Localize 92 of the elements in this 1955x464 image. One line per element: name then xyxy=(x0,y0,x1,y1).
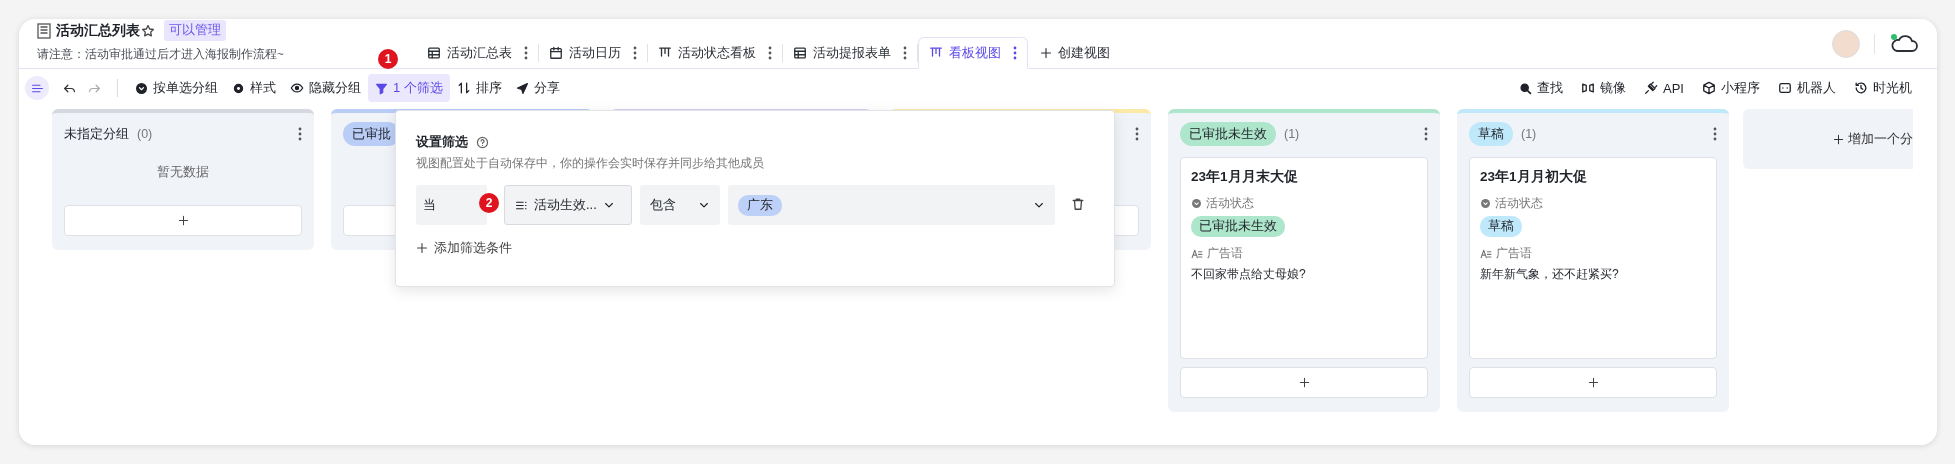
cloud-icon[interactable] xyxy=(1889,32,1919,55)
toolbar-button[interactable]: 镜像 xyxy=(1574,74,1634,102)
field-select[interactable]: 活动生效... xyxy=(504,185,632,225)
plus-icon xyxy=(177,215,189,226)
view-tab[interactable]: 活动提报表单 xyxy=(783,37,917,69)
help-icon xyxy=(476,135,489,149)
view-tab[interactable]: 活动汇总表 xyxy=(417,37,538,69)
star-icon xyxy=(141,23,155,38)
tab-menu-icon[interactable] xyxy=(633,46,637,60)
group-tag: 已审批未生效 xyxy=(1180,122,1276,146)
status-tag: 草稿 xyxy=(1480,216,1522,237)
toolbar-button[interactable]: 小程序 xyxy=(1695,74,1767,102)
status-tag: 已审批未生效 xyxy=(1191,216,1285,237)
calendar-icon xyxy=(549,46,563,60)
toolbar-button[interactable]: 机器人 xyxy=(1771,74,1843,102)
toolbar-button[interactable]: 隐藏分组 xyxy=(283,74,368,102)
value-select[interactable]: 广东 xyxy=(728,185,1055,225)
sidebar-toggle-button[interactable] xyxy=(25,76,49,100)
toolbar-button[interactable]: 查找 xyxy=(1512,74,1571,102)
status-icon xyxy=(1480,198,1491,209)
gear-icon xyxy=(232,81,245,95)
field-value: 不回家带点给丈母娘? xyxy=(1191,266,1307,283)
group-title: 未指定分组 xyxy=(64,125,129,143)
kanban-icon xyxy=(929,46,943,60)
table-icon xyxy=(793,46,807,60)
send-icon xyxy=(515,81,529,95)
operator-select[interactable]: 包含 xyxy=(640,185,720,225)
text-field-icon xyxy=(1191,247,1203,260)
eye-icon xyxy=(290,81,304,95)
empty-message: 暂无数据 xyxy=(157,163,209,181)
add-group-button[interactable]: 增加一个分 xyxy=(1743,109,1913,169)
column-menu-icon[interactable] xyxy=(1135,127,1139,141)
group-count: (1) xyxy=(1284,127,1300,141)
history-icon xyxy=(1854,81,1868,95)
toolbar-button[interactable]: 1 个筛选 xyxy=(368,74,450,102)
card-title: 23年1月月末大促 xyxy=(1191,168,1299,186)
field-label: 广告语 xyxy=(1496,246,1532,261)
value-tag: 广东 xyxy=(738,194,782,216)
popover-hint: 视图配置处于自动保存中，你的操作会实时保存并同步给其他成员 xyxy=(416,156,765,171)
notice-text: 请注意：活动审批通过后才进入海报制作流程~ xyxy=(37,47,284,62)
tab-menu-icon[interactable] xyxy=(1013,46,1017,60)
plus-icon xyxy=(1298,377,1310,388)
field-label: 广告语 xyxy=(1207,246,1243,261)
sort-icon xyxy=(456,81,471,95)
mirror-icon xyxy=(1581,81,1596,95)
column-menu-icon[interactable] xyxy=(1713,127,1717,141)
document-icon xyxy=(37,22,51,39)
toolbar-button[interactable]: API xyxy=(1637,74,1691,102)
filter-icon xyxy=(375,81,388,95)
permission-badge: 可以管理 xyxy=(164,20,226,41)
plus-icon xyxy=(1833,133,1844,145)
tab-menu-icon[interactable] xyxy=(524,46,528,60)
tab-menu-icon[interactable] xyxy=(903,46,907,60)
view-tab[interactable]: 活动日历 xyxy=(539,37,647,69)
record-card[interactable]: 23年1月月末大促 活动状态 已审批未生效 广告语 不回家带点给丈母娘? xyxy=(1180,157,1428,359)
view-tab[interactable]: 活动状态看板 xyxy=(648,37,782,69)
group-count: (1) xyxy=(1521,127,1537,141)
plus-icon xyxy=(1040,47,1052,59)
plug-icon xyxy=(1644,81,1659,95)
toolbar-button[interactable]: 时光机 xyxy=(1847,74,1919,102)
callout-badge: 1 xyxy=(378,49,398,69)
toolbar-button[interactable]: 分享 xyxy=(508,74,567,102)
search-icon xyxy=(1519,81,1533,95)
group-tag: 草稿 xyxy=(1469,122,1513,146)
table-icon xyxy=(427,46,441,60)
plus-icon xyxy=(416,242,428,254)
column-menu-icon[interactable] xyxy=(1424,127,1428,141)
column-menu-icon[interactable] xyxy=(298,127,302,141)
field-value: 新年新气象，还不赶紧买? xyxy=(1480,266,1620,283)
group-count: (0) xyxy=(137,127,153,141)
add-condition-button[interactable]: 添加筛选条件 xyxy=(416,239,512,257)
field-label: 活动状态 xyxy=(1206,196,1254,211)
field-label: 活动状态 xyxy=(1495,196,1543,211)
toolbar-button[interactable]: 按单选分组 xyxy=(128,74,225,102)
robot-icon xyxy=(1778,81,1792,95)
create-view-button[interactable]: 创建视图 xyxy=(1028,37,1122,69)
circle-icon xyxy=(135,81,148,95)
condition-prefix: 当 xyxy=(416,185,487,225)
plus-icon xyxy=(1587,377,1599,388)
document-title: 活动汇总列表 xyxy=(56,21,140,40)
card-title: 23年1月月初大促 xyxy=(1480,168,1588,186)
trash-icon xyxy=(1071,196,1085,211)
record-card[interactable]: 23年1月月初大促 活动状态 草稿 广告语 新年新气象，还不赶紧买? xyxy=(1469,157,1717,359)
view-tab[interactable]: 看板视图 xyxy=(918,37,1028,69)
toolbar-button[interactable]: 样式 xyxy=(225,74,283,102)
popover-title: 设置筛选 xyxy=(416,133,468,151)
kanban-icon xyxy=(658,46,672,60)
status-icon xyxy=(1191,198,1202,209)
cube-icon xyxy=(1702,81,1716,95)
toolbar-button[interactable]: 排序 xyxy=(449,74,509,102)
tab-menu-icon[interactable] xyxy=(768,46,772,60)
text-field-icon xyxy=(1480,247,1492,260)
